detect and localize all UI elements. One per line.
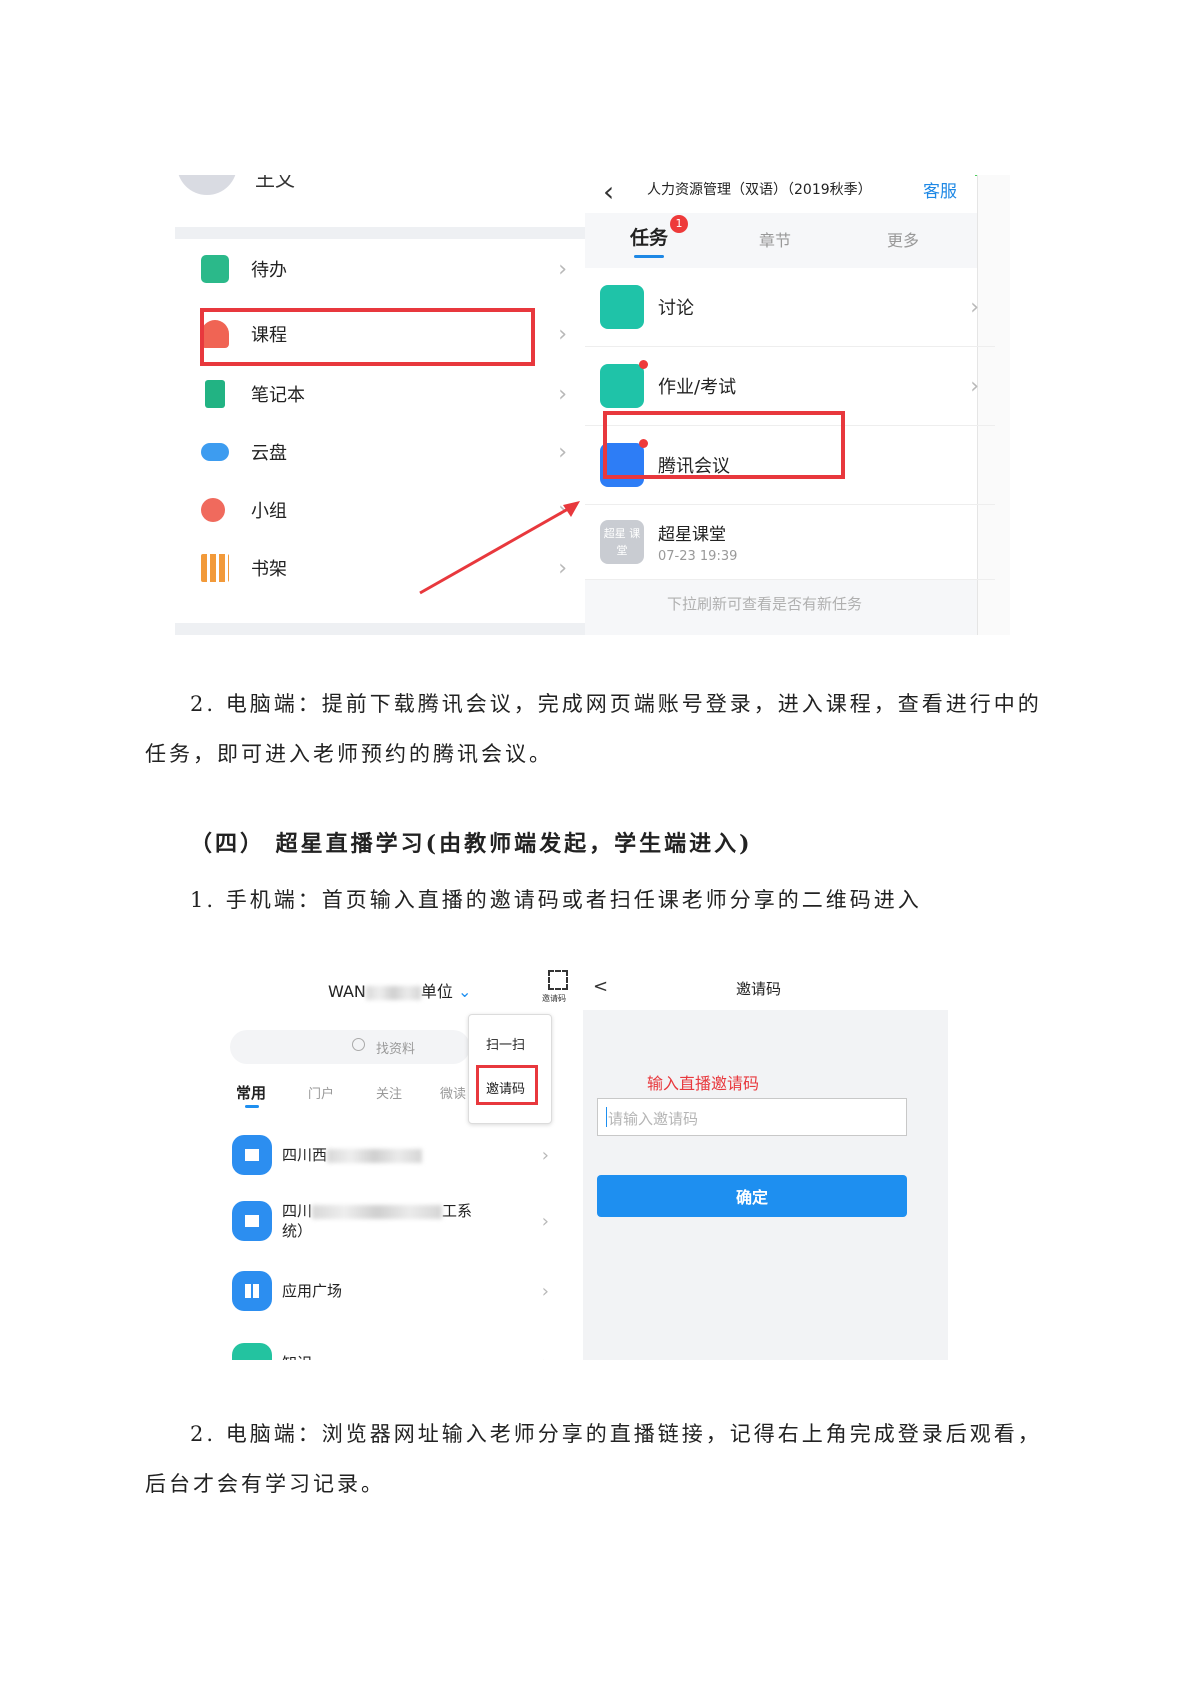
home-icon: [232, 1135, 272, 1175]
input-placeholder: 请输入邀请码: [608, 1110, 699, 1128]
active-tab-underline: [245, 1105, 259, 1108]
scan-code-caption: 邀请码: [542, 994, 566, 1003]
chaoxing-classroom-icon: 超星 课堂: [600, 520, 644, 564]
invite-code-highlight-box: [476, 1065, 538, 1105]
blurred-text: [365, 985, 421, 1000]
text-cursor: [606, 1107, 607, 1127]
app-label: 知识: [282, 1353, 312, 1360]
customer-service-link[interactable]: 客服: [923, 177, 957, 202]
invite-code-input[interactable]: 请输入邀请码: [597, 1098, 907, 1136]
active-tab-underline: [634, 255, 664, 258]
app-item-knowledge[interactable]: 知识 ›: [218, 1330, 563, 1360]
confirm-button[interactable]: 确定: [597, 1175, 907, 1217]
paragraph-desktop-tencent-line1: 2. 电脑端：提前下载腾讯会议，完成网页端账号登录，进入课程，查看进行中的: [190, 692, 1042, 716]
app-item-unit-2[interactable]: 四川 工系 统） ›: [218, 1190, 563, 1252]
back-chevron-icon[interactable]: ‹: [603, 175, 614, 208]
home-icon: [232, 1201, 272, 1241]
arrow-line: [419, 503, 576, 595]
task-time: 07-23 19:39: [658, 549, 738, 564]
tab-microread[interactable]: 微读: [440, 1083, 466, 1102]
chevron-right-icon: ›: [541, 1144, 549, 1166]
tab-portal[interactable]: 门户: [308, 1083, 334, 1102]
task-label: 讨论: [658, 298, 694, 319]
search-placeholder: 找资料: [376, 1042, 416, 1057]
app-grid-icon: [232, 1271, 272, 1311]
paragraph-desktop-live-line2: 后台才会有学习记录。: [145, 1472, 385, 1496]
chevron-right-icon: ›: [970, 373, 979, 399]
app-label: 应用广场: [282, 1282, 343, 1300]
chevron-right-icon: ›: [541, 1280, 549, 1302]
blurred-text: [312, 1204, 443, 1219]
task-label: 超星课堂: [658, 525, 726, 545]
paragraph-desktop-tencent-line2: 任务，即可进入老师预约的腾讯会议。: [145, 742, 553, 766]
paragraph-desktop-live-line1: 2. 电脑端：浏览器网址输入老师分享的直播链接，记得右上角完成登录后观看，: [190, 1422, 1042, 1446]
unit-switcher[interactable]: WAN 单位 ⌄: [328, 978, 471, 1002]
task-label: 作业/考试: [658, 377, 737, 398]
app-label: 四川 工系 统）: [282, 1202, 473, 1240]
section-heading: （四） 超星直播学习(由教师端发起，学生端进入): [190, 831, 753, 857]
chevron-right-icon: ›: [970, 294, 979, 320]
unit-label-suffix: 单位: [420, 982, 453, 1001]
search-input[interactable]: 找资料: [230, 1030, 470, 1064]
chevron-down-icon: ⌄: [457, 982, 472, 1001]
screenshot-invite-code: WAN 单位 ⌄ 邀请码 找资料 常用 门户 关注 微读 四川西 › 四川 工系 统）…: [218, 960, 948, 1360]
popup-item-scan[interactable]: 扫一扫: [486, 1034, 525, 1053]
course-task-panel: ‹ 人力资源管理（双语）（2019秋季） 客服 任务 1 章节 更多 讨论 › …: [585, 175, 1010, 635]
tab-common[interactable]: 常用: [236, 1082, 266, 1103]
invite-code-panel: < 邀请码 输入直播邀请码 请输入邀请码 确定: [583, 960, 948, 1360]
screenshot-course-tasks: 王文 待办 › 课程 › 笔记本 › 云盘 › 小组 › 书架 › ‹ 人力资源…: [175, 175, 1010, 635]
scan-code-icon[interactable]: [548, 970, 568, 990]
invite-instruction: 输入直播邀请码: [647, 1074, 760, 1093]
page-title: 邀请码: [736, 980, 782, 998]
tab-tasks[interactable]: 任务 1: [630, 215, 688, 258]
tab-follow[interactable]: 关注: [376, 1083, 402, 1102]
unread-dot: [639, 360, 648, 369]
blurred-text: [327, 1148, 423, 1163]
course-title: 人力资源管理（双语）（2019秋季）: [647, 182, 872, 198]
discussion-icon: [600, 285, 644, 329]
unit-label-prefix: WAN: [328, 982, 366, 1001]
search-icon: [352, 1038, 365, 1051]
app-item-unit-1[interactable]: 四川西 ›: [218, 1122, 563, 1188]
chevron-right-icon: ›: [541, 1210, 549, 1232]
app-item-app-plaza[interactable]: 应用广场 ›: [218, 1258, 563, 1324]
app-label: 四川西: [282, 1145, 423, 1165]
home-screen-panel: WAN 单位 ⌄ 邀请码 找资料 常用 门户 关注 微读 四川西 › 四川 工系 统）…: [218, 960, 583, 1360]
chevron-right-icon: ›: [542, 1353, 549, 1361]
refresh-hint: 下拉刷新可查看是否有新任务: [667, 595, 863, 613]
back-chevron-icon[interactable]: <: [593, 976, 608, 997]
confirm-button-label: 确定: [735, 1188, 768, 1207]
tab-label: 任务: [630, 227, 669, 249]
knowledge-icon: [232, 1343, 272, 1360]
tab-more[interactable]: 更多: [887, 227, 919, 251]
task-live-classroom[interactable]: 超星 课堂 超星课堂 07-23 19:39: [585, 505, 995, 580]
paragraph-mobile-live: 1. 手机端：首页输入直播的邀请码或者扫任课老师分享的二维码进入: [190, 888, 922, 912]
task-discussion[interactable]: 讨论 ›: [585, 268, 995, 347]
notification-badge: 1: [670, 215, 688, 233]
homework-icon: [600, 360, 648, 408]
tab-chapters[interactable]: 章节: [759, 227, 791, 251]
tencent-meeting-highlight-box: [603, 411, 845, 479]
